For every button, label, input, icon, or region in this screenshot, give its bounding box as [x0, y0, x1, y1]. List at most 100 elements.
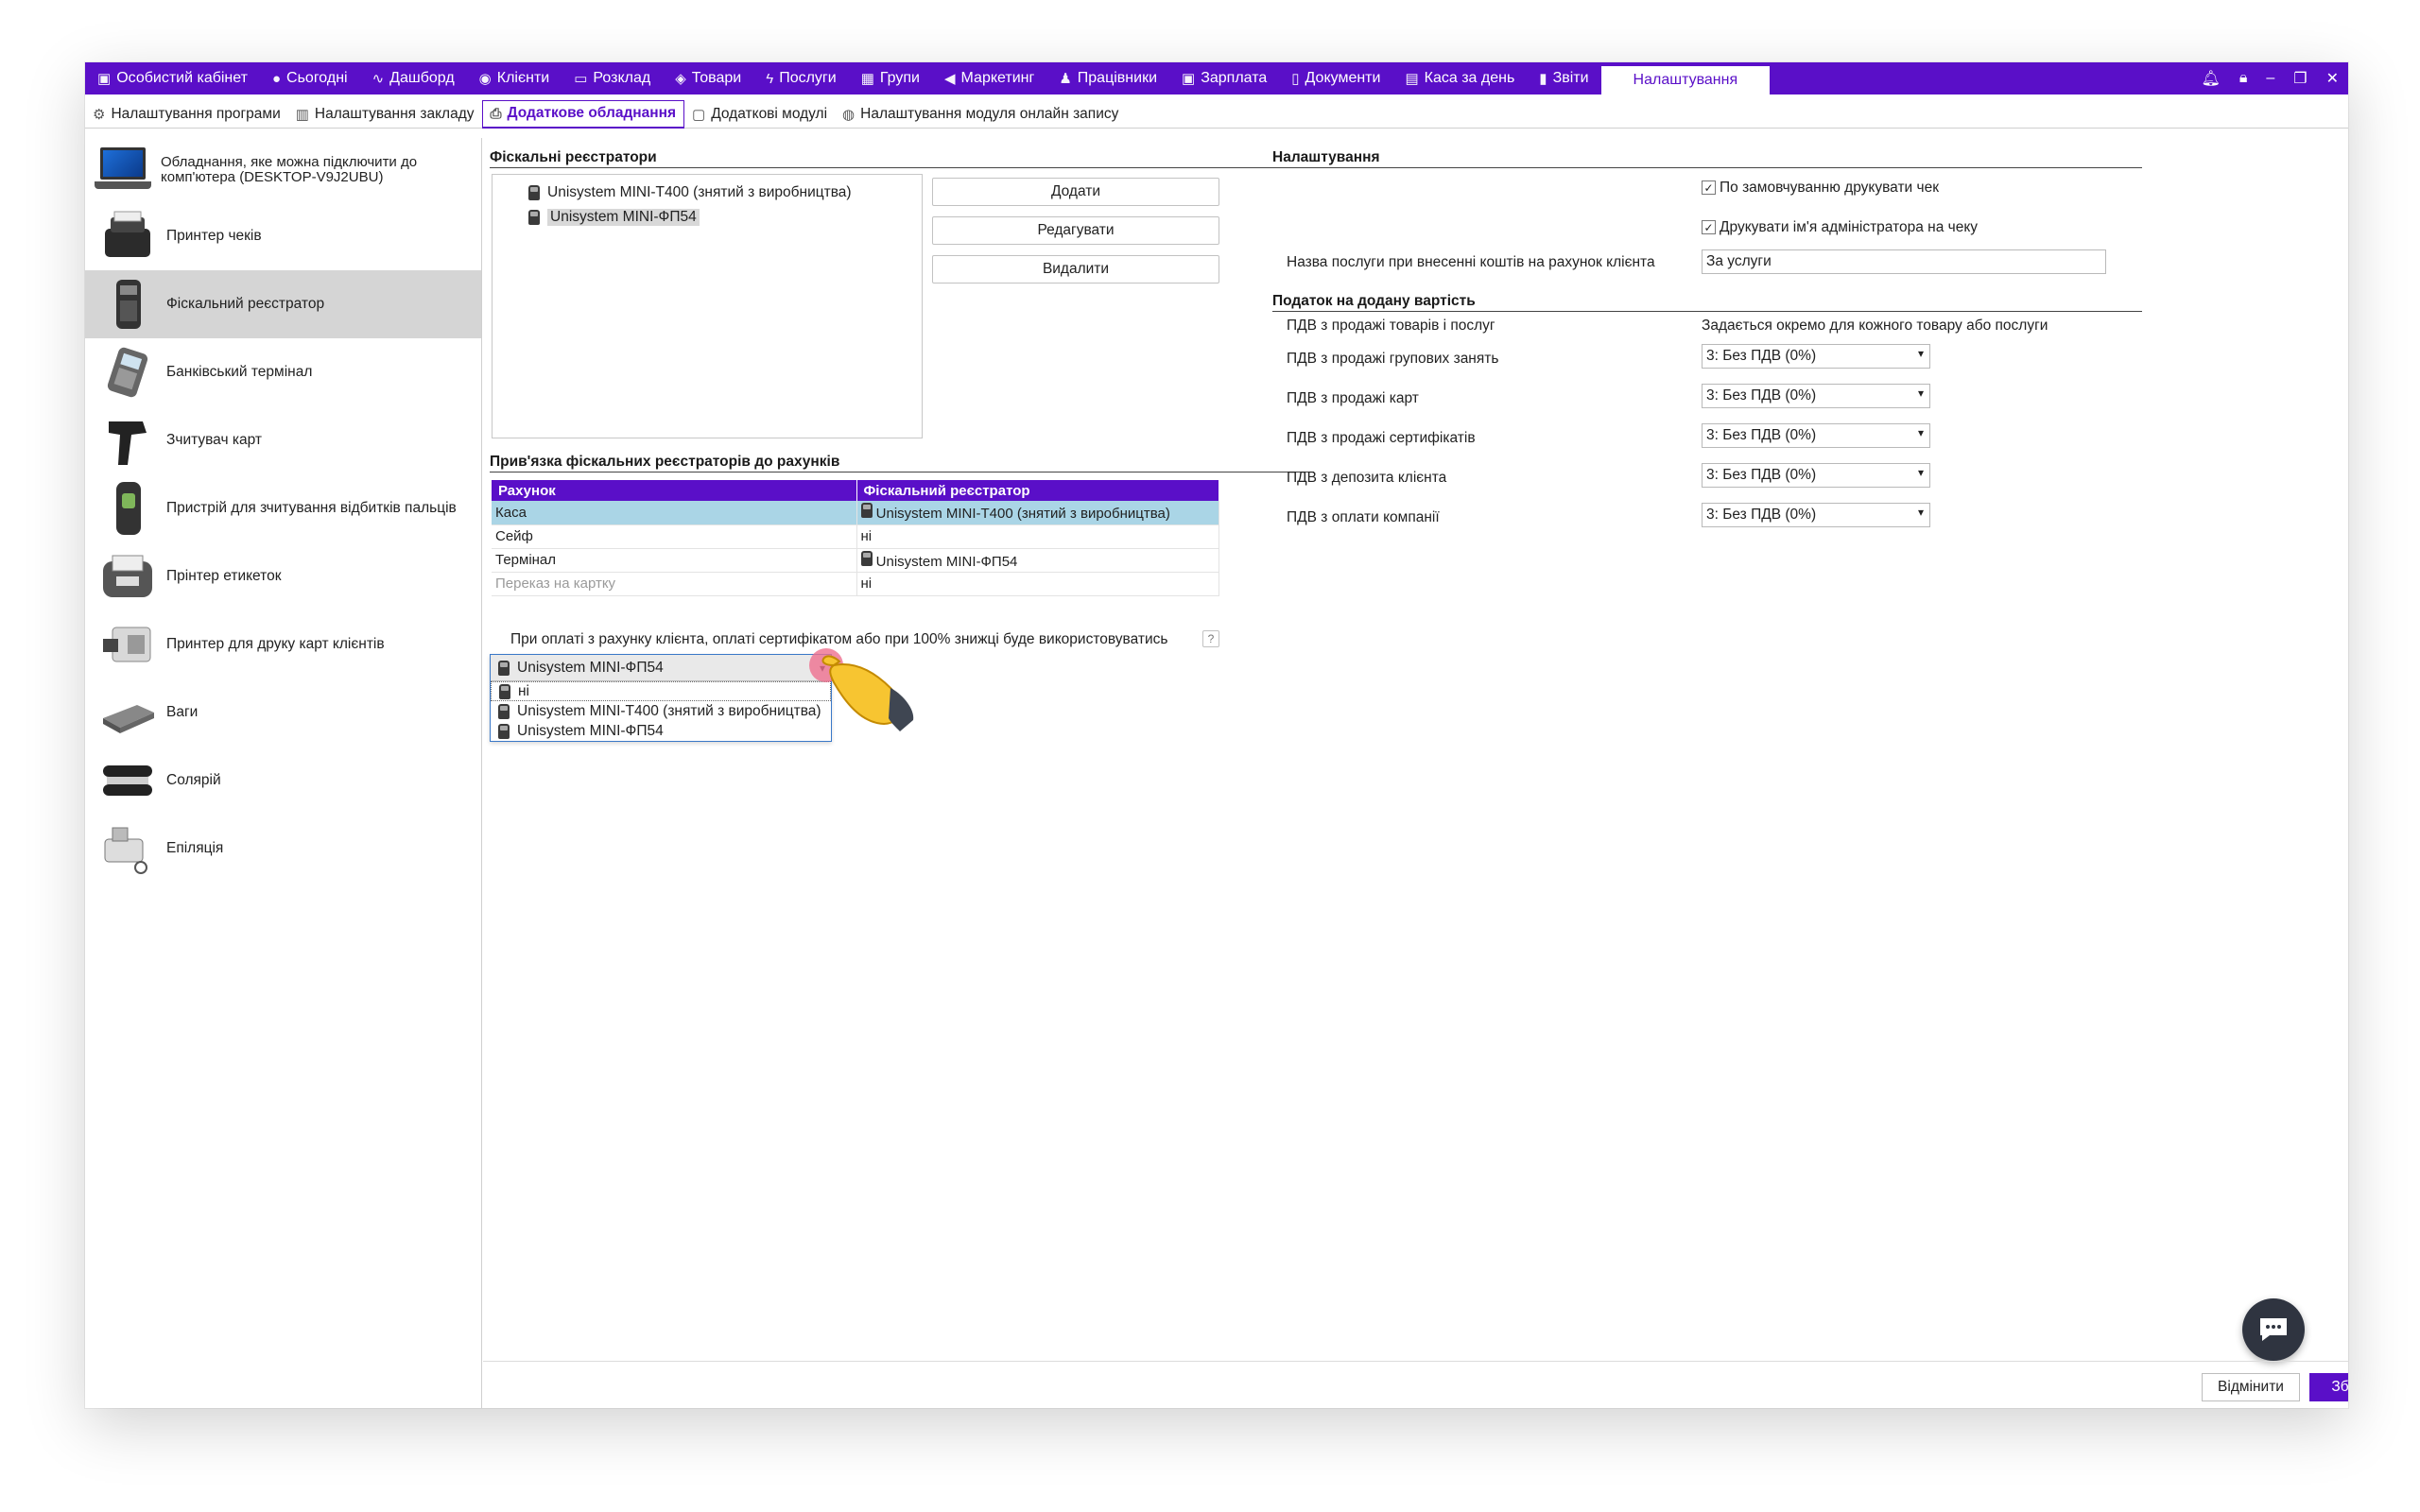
device-epilation[interactable]: Епіляція	[85, 815, 481, 883]
device-scales[interactable]: Ваги	[85, 679, 481, 747]
device-label-printer[interactable]: Прінтер етикеток	[85, 542, 481, 610]
close-icon[interactable]: ✕	[2326, 69, 2339, 88]
fiscal-registrar-icon	[498, 703, 510, 719]
chat-icon	[2260, 1318, 2287, 1341]
registrar-select-dropdown[interactable]: Unisystem MINI-ФП54 ▾ ні Unisystem MINI-…	[490, 654, 832, 742]
restore-icon[interactable]: ❐	[2293, 69, 2307, 88]
save-button[interactable]: Зберегти	[2309, 1373, 2348, 1401]
nav-groups[interactable]: ▦ Групи	[849, 62, 932, 94]
table-row[interactable]: Сейф ні	[492, 524, 1219, 549]
list-item[interactable]: Unisystem MINI-ФП54	[493, 205, 922, 230]
device-label: Принтер для друку карт клієнтів	[166, 636, 385, 652]
vat-cards-select[interactable]: 3: Без ПДВ (0%) ▾	[1702, 384, 1930, 408]
vat-title: Податок на додану вартість	[1272, 293, 2142, 312]
registrar-cell[interactable]: ні	[856, 572, 1219, 596]
bottom-bar: Відмінити Зберегти	[483, 1361, 2348, 1408]
device-bank-terminal[interactable]: Банківський термінал	[85, 338, 481, 406]
chevron-down-icon[interactable]: ▾	[1918, 426, 1924, 439]
device-label: Зчитувач карт	[166, 432, 262, 448]
nav-label: Маркетинг	[960, 70, 1035, 86]
solarium-icon	[98, 751, 157, 810]
table-row[interactable]: Переказ на картку ні	[492, 572, 1219, 596]
nav-goods[interactable]: ◈ Товари	[663, 62, 753, 94]
computer-label: Обладнання, яке можна підключити до комп…	[161, 154, 418, 185]
tab-additional-equipment[interactable]: ⎙ Додаткове обладнання	[481, 99, 685, 129]
table-row[interactable]: Каса Unisystem MINI-T400 (знятий з вироб…	[492, 501, 1219, 525]
chevron-down-icon[interactable]: ▾	[1918, 387, 1924, 400]
nav-dashboard[interactable]: ∿ Дашборд	[360, 62, 467, 94]
list-item-label: Unisystem MINI-ФП54	[547, 209, 700, 226]
device-label: Пристрій для зчитування відбитків пальці…	[166, 500, 457, 516]
nav-label: Особистий кабінет	[116, 70, 248, 86]
device-solarium[interactable]: Солярій	[85, 747, 481, 815]
fiscal-registrars-list[interactable]: Unisystem MINI-T400 (знятий з виробництв…	[492, 174, 923, 438]
account-cell: Сейф	[492, 524, 857, 549]
tab-online-booking-settings[interactable]: ◍ Налаштування модуля онлайн запису	[835, 100, 1126, 129]
tab-additional-modules[interactable]: ▢ Додаткові модулі	[684, 100, 835, 129]
tab-program-settings[interactable]: ⚙ Налаштування програми	[85, 100, 288, 129]
vat-group-classes-select[interactable]: 3: Без ПДВ (0%) ▾	[1702, 344, 1930, 369]
option-label: ні	[518, 682, 530, 699]
checkbox-checked-icon[interactable]: ✓	[1702, 220, 1716, 235]
nav-salary[interactable]: ▣ Зарплата	[1169, 62, 1279, 94]
delete-button[interactable]: Видалити	[932, 255, 1219, 284]
nav-documents[interactable]: ▯ Документи	[1279, 62, 1392, 94]
edit-button[interactable]: Редагувати	[932, 216, 1219, 245]
fingerprint-reader-icon	[98, 479, 157, 538]
nav-today[interactable]: ● Сьогодні	[260, 62, 360, 94]
vat-company-payment-select[interactable]: 3: Без ПДВ (0%) ▾	[1702, 503, 1930, 527]
table-row[interactable]: Термінал Unisystem MINI-ФП54	[492, 548, 1219, 573]
fiscal-registrar-icon	[860, 550, 873, 566]
chat-button[interactable]	[2242, 1298, 2305, 1361]
nav-marketing[interactable]: ◀ Маркетинг	[932, 62, 1046, 94]
lock-icon[interactable]: 🔒︎	[2239, 70, 2248, 87]
dropdown-selected[interactable]: Unisystem MINI-ФП54 ▾	[491, 655, 831, 681]
column-header-account: Рахунок	[492, 480, 857, 501]
device-card-reader[interactable]: Зчитувач карт	[85, 406, 481, 474]
registrar-cell[interactable]: ні	[856, 524, 1219, 549]
receipt-printer-icon	[98, 207, 157, 266]
tab-label: Налаштування програми	[111, 105, 281, 122]
megaphone-icon: ◀	[943, 71, 956, 87]
registrar-cell[interactable]: Unisystem MINI-T400 (знятий з виробництв…	[856, 501, 1219, 525]
chevron-down-icon[interactable]: ▾	[1918, 347, 1924, 360]
list-item[interactable]: Unisystem MINI-T400 (знятий з виробництв…	[493, 180, 922, 205]
binding-table: Рахунок Фіскальний реєстратор Каса Unisy…	[492, 480, 1219, 596]
vat-row-label: ПДВ з оплати компанії	[1287, 509, 1440, 525]
chevron-down-icon[interactable]: ▾	[1918, 466, 1924, 479]
service-name-input[interactable]: За услуги	[1702, 249, 2106, 274]
nav-settings[interactable]: Налаштування	[1600, 66, 1771, 94]
add-button[interactable]: Додати	[932, 178, 1219, 206]
dropdown-option[interactable]: Unisystem MINI-ФП54	[491, 721, 831, 741]
vat-client-deposit-select[interactable]: 3: Без ПДВ (0%) ▾	[1702, 463, 1930, 488]
tab-venue-settings[interactable]: ▥ Налаштування закладу	[288, 100, 482, 129]
bell-icon[interactable]: 🔔︎	[2202, 69, 2221, 88]
nav-employees[interactable]: ♟ Працівники	[1046, 62, 1169, 94]
nav-label: Послуги	[779, 70, 837, 86]
vat-certificates-select[interactable]: 3: Без ПДВ (0%) ▾	[1702, 423, 1930, 448]
chevron-down-icon[interactable]: ▾	[1918, 506, 1924, 519]
nav-label: Дашборд	[389, 70, 455, 86]
cancel-button[interactable]: Відмінити	[2202, 1373, 2300, 1401]
print-admin-name-checkbox[interactable]: ✓ Друкувати ім'я адміністратора на чеку	[1702, 219, 1978, 236]
minimize-icon[interactable]: –	[2266, 70, 2274, 87]
nav-reports[interactable]: ▮ Звіти	[1527, 62, 1600, 94]
wallet-icon: ▣	[97, 71, 112, 87]
nav-clients[interactable]: ◉ Клієнти	[467, 62, 562, 94]
device-card-printer[interactable]: Принтер для друку карт клієнтів	[85, 610, 481, 679]
nav-schedule[interactable]: ▭ Розклад	[562, 62, 663, 94]
laptop-icon	[95, 147, 151, 193]
dropdown-option[interactable]: Unisystem MINI-T400 (знятий з виробництв…	[491, 701, 831, 721]
nav-personal-cabinet[interactable]: ▣ Особистий кабінет	[85, 62, 260, 94]
default-print-receipt-checkbox[interactable]: ✓ По замовчуванню друкувати чек	[1702, 180, 1939, 197]
nav-daily-cash[interactable]: ▤ Каса за день	[1392, 62, 1527, 94]
registrar-value: Unisystem MINI-T400 (знятий з виробництв…	[875, 506, 1170, 523]
device-fiscal-registrar[interactable]: Фіскальний реєстратор	[85, 270, 481, 338]
device-fingerprint-reader[interactable]: Пристрій для зчитування відбитків пальці…	[85, 474, 481, 542]
checkbox-checked-icon[interactable]: ✓	[1702, 180, 1716, 196]
help-button[interactable]: ?	[1202, 630, 1219, 647]
nav-services[interactable]: ϟ Послуги	[753, 62, 848, 94]
dropdown-option[interactable]: ні	[491, 681, 831, 701]
registrar-cell[interactable]: Unisystem MINI-ФП54	[856, 548, 1219, 573]
device-receipt-printer[interactable]: Принтер чеків	[85, 202, 481, 270]
